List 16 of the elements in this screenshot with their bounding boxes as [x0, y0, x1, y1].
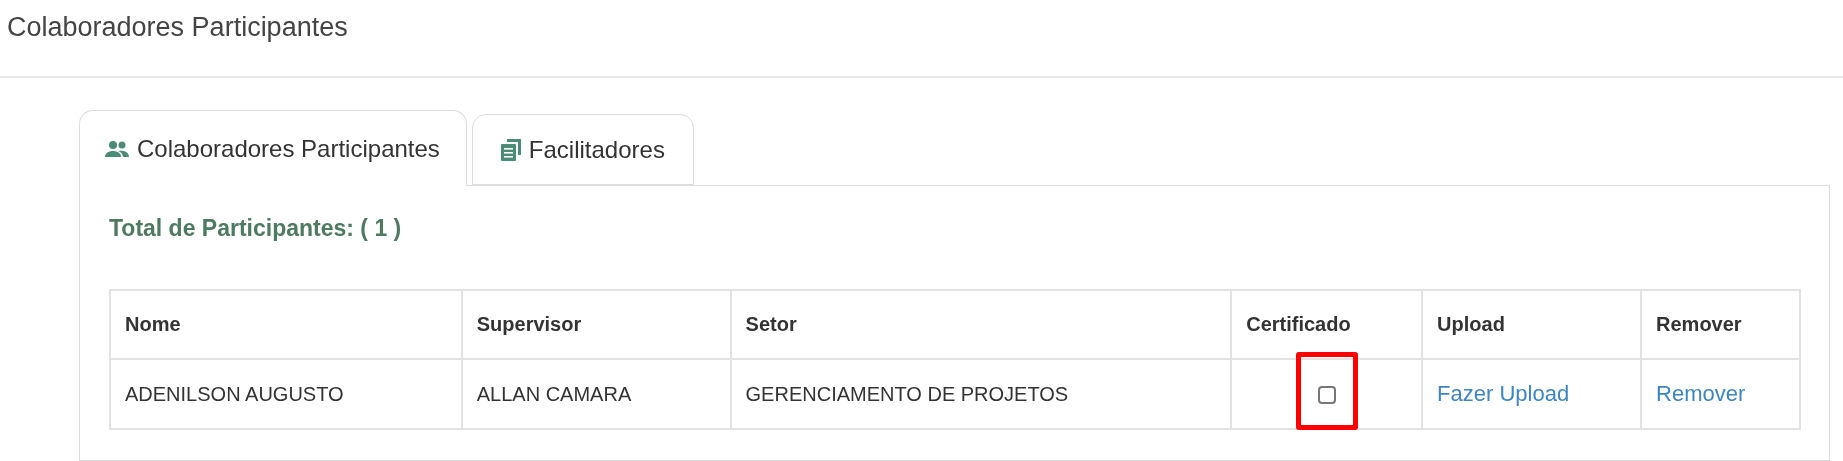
tab[interactable]: Colaboradores Participantes — [79, 110, 467, 186]
page-title: Colaboradores Participantes — [6, 11, 348, 44]
table-cell: GERENCIAMENTO DE PROJETOS — [730, 359, 1232, 429]
column-header: Setor — [730, 290, 1232, 359]
documents-icon — [500, 138, 521, 161]
column-header: Supervisor — [461, 290, 731, 359]
table-cell: ADENILSON AUGUSTO — [110, 359, 462, 429]
column-header: Certificado — [1231, 290, 1423, 359]
column-header: Upload — [1422, 290, 1642, 359]
column-header: Remover — [1641, 290, 1800, 359]
table-cell: ALLAN CAMARA — [461, 359, 731, 429]
participants-total: Total de Participantes: ( 1 ) — [109, 214, 402, 242]
people-icon — [105, 139, 129, 158]
tab[interactable]: Facilitadores — [471, 114, 694, 185]
checkbox[interactable] — [1317, 386, 1336, 405]
column-header: Nome — [110, 290, 462, 359]
